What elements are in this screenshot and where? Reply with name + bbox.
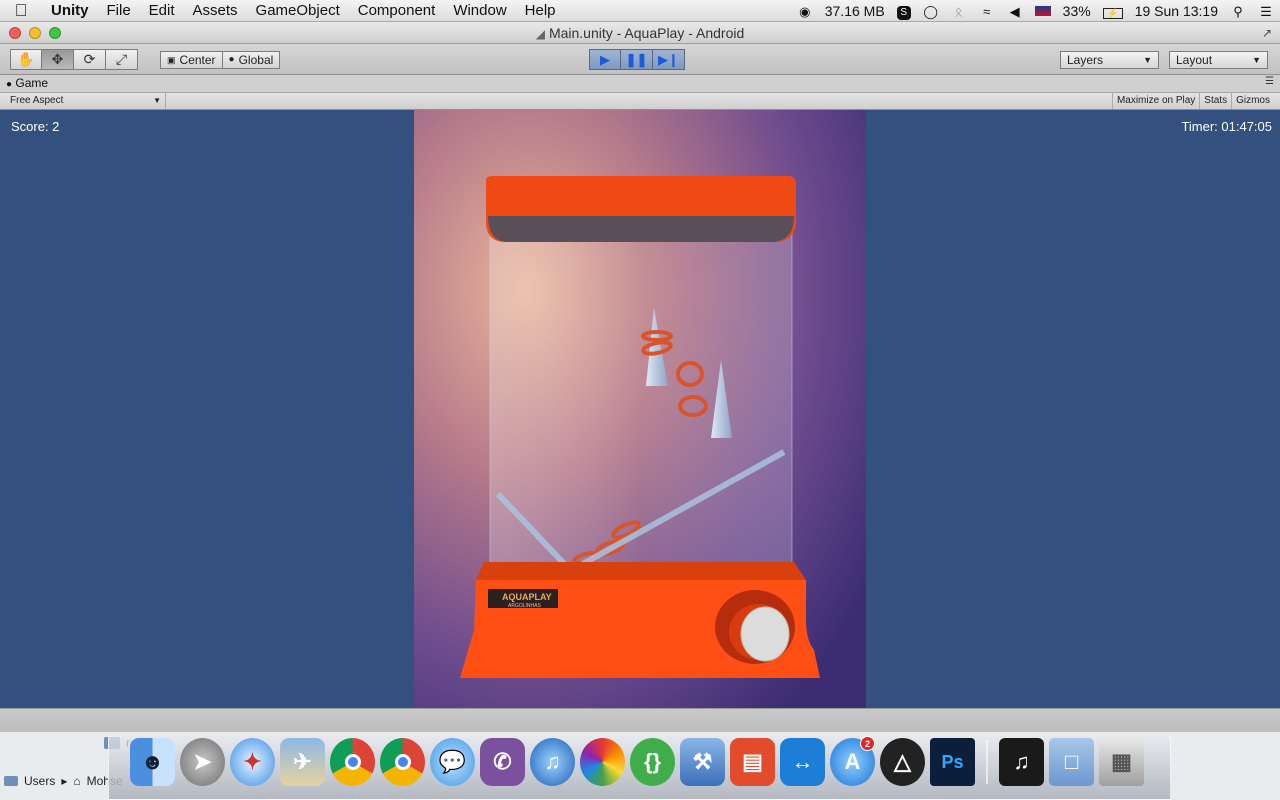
menu-extras: ◉ 37.16 MB S ◯ ᛟ ≈ ◀ 33% ⚡ 19 Sun 13:19 … [791, 0, 1280, 22]
messages-icon[interactable]: 💬 [430, 738, 475, 786]
pivot-toggles: ▣ Center ● Global [160, 51, 281, 69]
skype-icon[interactable]: S [891, 2, 917, 20]
app-store-badge: 2 [860, 736, 875, 751]
unity-status-bar [0, 708, 1280, 732]
score-label: Score: 2 [11, 119, 60, 134]
clock[interactable]: 19 Sun 13:19 [1129, 3, 1224, 19]
toy-base-top [476, 562, 806, 580]
scale-tool-icon[interactable]: ⤢ [106, 49, 138, 70]
game-view-toolbar: Free Aspect ▼ Maximize on Play Stats Giz… [0, 93, 1280, 110]
menu-help[interactable]: Help [516, 0, 565, 22]
folder-icon [4, 776, 18, 786]
bluetooth-icon[interactable]: ᛟ [945, 3, 973, 19]
game-controller-icon: ● [6, 79, 13, 90]
tank-top-cap-underside [488, 216, 794, 242]
memory-readout: 37.16 MB [824, 2, 885, 19]
wifi-icon[interactable]: ≈ [973, 3, 1001, 19]
pivot-global-button[interactable]: ● Global [222, 51, 281, 69]
menu-window[interactable]: Window [444, 0, 515, 22]
safari-icon[interactable]: ✦ [230, 738, 275, 786]
menu-assets[interactable]: Assets [184, 0, 247, 22]
messages-status-icon[interactable]: ◯ [917, 3, 945, 19]
aspect-dropdown[interactable]: Free Aspect ▼ [0, 93, 166, 109]
menu-bar:  Unity File Edit Assets GameObject Comp… [0, 0, 1280, 22]
window-title: ◢ Main.unity - AquaPlay - Android [535, 25, 745, 41]
globe-icon: ● [228, 54, 235, 65]
trash-icon[interactable]: ▦ [1099, 738, 1144, 786]
window-titlebar[interactable]: ◢ Main.unity - AquaPlay - Android ↗ [0, 22, 1280, 44]
finder-icon[interactable]: ☻ [130, 738, 175, 786]
pause-button[interactable]: ❚❚ [621, 49, 653, 70]
itunes-icon[interactable]: ♫ [530, 738, 575, 786]
menu-component[interactable]: Component [349, 0, 445, 22]
game-viewport[interactable]: Score: 2 Timer: 01:47:05 AQUAPLAY ARGOLI… [0, 110, 1280, 708]
launchpad-icon[interactable]: ➤ [180, 738, 225, 786]
notification-center-icon[interactable]: ☰ [1252, 3, 1280, 19]
finder-path-bar: Users ▸ ⌂ Mohse [0, 772, 123, 790]
dropdown-arrow-icon: ▼ [1252, 55, 1261, 65]
game-tab-row: ● Game ☰ [0, 75, 1280, 93]
path-separator-icon: ▸ [61, 774, 68, 788]
menu-file[interactable]: File [98, 0, 140, 22]
spotlight-search-icon[interactable]: ⚲ [1224, 3, 1252, 19]
volume-icon[interactable]: ◀ [1001, 3, 1029, 19]
chrome-icon[interactable] [330, 738, 375, 786]
menu-gameobject[interactable]: GameObject [247, 0, 349, 22]
transform-tools: ✋ ✥ ⟳ ⤢ [10, 49, 138, 70]
maximize-on-play-toggle[interactable]: Maximize on Play [1111, 93, 1199, 109]
play-button[interactable]: ▶ [589, 49, 621, 70]
battery-percent[interactable]: 33% [1057, 3, 1097, 19]
layout-dropdown[interactable]: Layout ▼ [1169, 51, 1268, 69]
game-view-options: Maximize on Play Stats Gizmos [1111, 93, 1274, 109]
photoshop-icon[interactable]: Ps [930, 738, 975, 786]
hand-tool-icon[interactable]: ✋ [10, 49, 42, 70]
unity-icon[interactable]: △ [880, 738, 925, 786]
dropdown-arrow-icon: ▼ [1143, 55, 1152, 65]
brackets-icon[interactable]: {} [630, 738, 675, 786]
menu-edit[interactable]: Edit [140, 0, 184, 22]
playback-controls: ▶ ❚❚ ▶❙ [589, 49, 685, 70]
path-users[interactable]: Users [24, 774, 55, 788]
dock-icons: ☻ ➤ ✦ ✈ 💬 ✆ ♫ {} ⚒ ▤ ↔ A2 △ Ps ♫ □ ▦ [130, 736, 1144, 786]
remote-desktop-icon[interactable]: ▤ [730, 738, 775, 786]
layers-dropdown[interactable]: Layers ▼ [1060, 51, 1159, 69]
xcode-icon[interactable]: ⚒ [680, 738, 725, 786]
unity-document-icon: ◢ [535, 27, 545, 41]
home-icon: ⌂ [73, 774, 81, 788]
gizmos-toggle[interactable]: Gizmos [1231, 93, 1274, 109]
dock-separator [986, 740, 988, 784]
documents-folder-icon[interactable]: □ [1049, 738, 1094, 786]
itunes-alt-icon[interactable]: ♫ [999, 738, 1044, 786]
aquaplay-logo-subtext: ARGOLINHAS [508, 603, 541, 609]
pump-button[interactable] [740, 606, 790, 662]
rotate-tool-icon[interactable]: ⟳ [74, 49, 106, 70]
chrome-canary-icon[interactable] [380, 738, 425, 786]
aquaplay-scene: AQUAPLAY ARGOLINHAS [414, 110, 866, 708]
preview-icon[interactable]: ✈ [280, 738, 325, 786]
apple-menu-icon[interactable]:  [0, 1, 42, 21]
viber-icon[interactable]: ✆ [480, 738, 525, 786]
unity-toolbar: ✋ ✥ ⟳ ⤢ ▣ Center ● Global ▶ ❚❚ ▶❙ Layers… [0, 44, 1280, 75]
fullscreen-icon[interactable]: ↗ [1262, 26, 1272, 40]
aquaplay-logo-text: AQUAPLAY [502, 592, 552, 602]
unity-window: ◢ Main.unity - AquaPlay - Android ↗ ✋ ✥ ⟳… [0, 22, 1280, 732]
teamviewer-icon[interactable]: ↔ [780, 738, 825, 786]
input-flag-uk-icon[interactable] [1029, 3, 1057, 19]
dropdown-arrow-icon: ▼ [153, 96, 161, 105]
menu-app-unity[interactable]: Unity [42, 0, 98, 22]
move-tool-icon[interactable]: ✥ [42, 49, 74, 70]
pivot-center-icon: ▣ [167, 55, 176, 65]
memory-icon[interactable]: ◉ [791, 3, 819, 19]
stats-toggle[interactable]: Stats [1199, 93, 1231, 109]
pivot-center-button[interactable]: ▣ Center [160, 51, 223, 69]
tab-game[interactable]: ● Game [6, 76, 48, 90]
picasa-icon[interactable] [580, 738, 625, 786]
toolbar-dropdowns: Layers ▼ Layout ▼ [1060, 51, 1268, 69]
battery-icon[interactable]: ⚡ [1097, 3, 1129, 19]
timer-label: Timer: 01:47:05 [1181, 119, 1272, 134]
tab-menu-icon[interactable]: ☰ [1265, 76, 1274, 87]
step-button[interactable]: ▶❙ [653, 49, 685, 70]
app-store-icon[interactable]: A2 [830, 736, 875, 786]
